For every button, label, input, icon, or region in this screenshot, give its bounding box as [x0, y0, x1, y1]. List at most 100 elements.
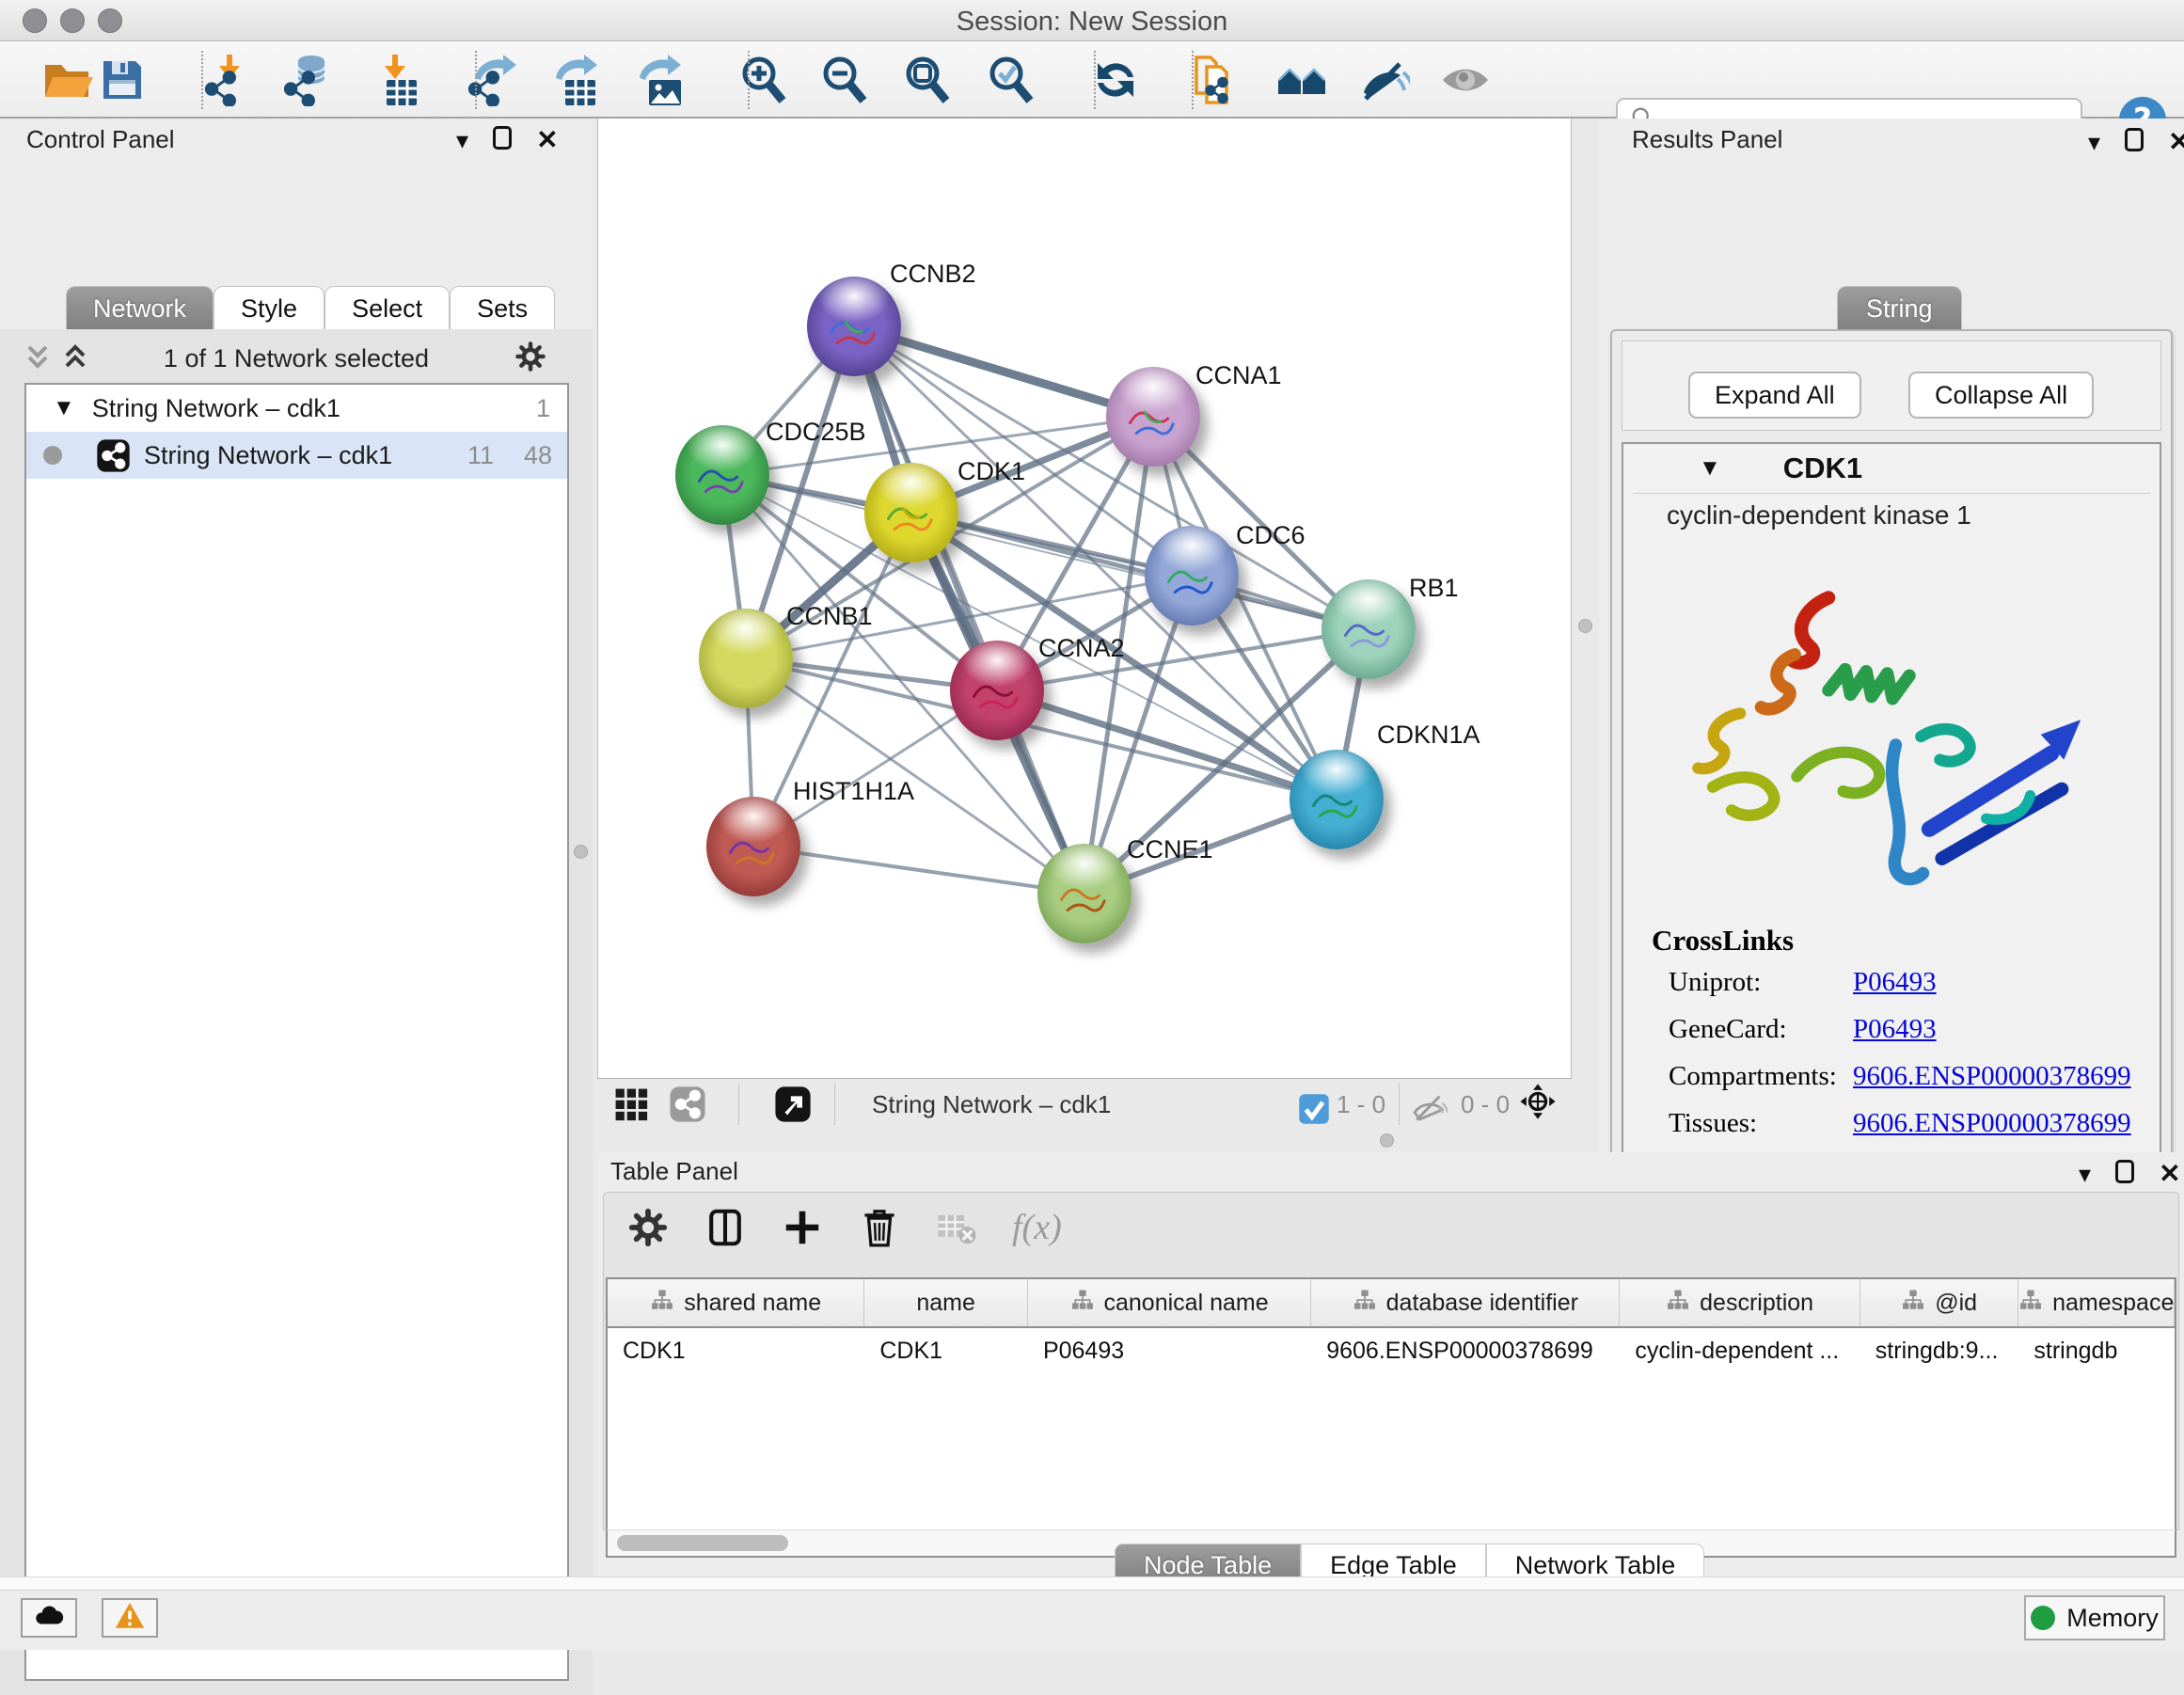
node-CCNB1[interactable] — [699, 609, 793, 708]
protein-card-header[interactable]: ▼ CDK1 — [1623, 444, 2160, 493]
add-column-button[interactable] — [781, 1206, 824, 1249]
node-CCNA2[interactable] — [950, 641, 1044, 740]
node-CDC6[interactable] — [1145, 526, 1239, 626]
column-header-name[interactable]: name — [864, 1279, 1028, 1326]
node-CDK1[interactable] — [864, 463, 958, 562]
column-label: name — [916, 1290, 975, 1317]
node-RB1[interactable] — [1321, 579, 1416, 679]
import-network-file-button[interactable] — [202, 54, 255, 106]
function-builder-button[interactable]: f(x) — [1012, 1207, 1062, 1248]
network-canvas[interactable]: CCNB2CCNA1CDC25BCDK1CDC6RB1CCNB1CCNA2CDK… — [597, 119, 1572, 1078]
delete-column-button[interactable] — [858, 1206, 901, 1249]
zoom-selected-button[interactable] — [985, 54, 1037, 106]
first-neighbors-button[interactable] — [1191, 54, 1243, 106]
tab-style[interactable]: Style — [214, 286, 324, 330]
node-label-RB1: RB1 — [1409, 574, 1459, 603]
network-tab-content: 1 of 1 Network selected ▼ String Network… — [0, 329, 593, 1695]
import-network-database-button[interactable] — [281, 54, 334, 106]
table-cell[interactable]: CDK1 — [864, 1328, 1028, 1373]
tab-string[interactable]: String — [1837, 286, 1962, 330]
tab-select[interactable]: Select — [324, 286, 450, 330]
hide-selected-button[interactable] — [1357, 54, 1410, 106]
scrollbar-thumb[interactable] — [617, 1535, 788, 1551]
memory-button[interactable]: Memory — [2024, 1595, 2165, 1640]
node-CDC25B[interactable] — [675, 425, 769, 525]
float-panel-icon[interactable] — [493, 126, 512, 154]
export-network-button[interactable] — [466, 54, 518, 106]
selected-checkbox-icon[interactable] — [1295, 1090, 1333, 1128]
crosslink-link[interactable]: P06493 — [1853, 967, 1937, 998]
zoom-out-button[interactable] — [818, 54, 871, 106]
crosslink-link[interactable]: 9606.ENSP00000378699 — [1853, 1108, 2131, 1139]
close-panel-icon[interactable]: ✕ — [2159, 1161, 2180, 1187]
results-panel-controls: ▾ ✕ — [2088, 128, 2184, 156]
vertical-splitter-handle[interactable] — [574, 845, 588, 859]
tab-sets[interactable]: Sets — [450, 286, 555, 330]
zoom-fit-button[interactable] — [901, 54, 954, 106]
warning-button[interactable] — [102, 1598, 158, 1638]
column-header-namespace[interactable]: namespace — [2018, 1279, 2175, 1326]
table-cell[interactable]: stringdb:9... — [1860, 1328, 2019, 1373]
close-panel-icon[interactable]: ✕ — [2168, 129, 2184, 155]
birdseye-icon[interactable] — [1519, 1083, 1557, 1120]
table-settings-gear-button[interactable] — [626, 1206, 670, 1249]
network-selected-summary: 1 of 1 Network selected — [0, 344, 593, 373]
refresh-layout-button[interactable] — [1089, 54, 1142, 106]
collapse-panel-icon[interactable]: ▾ — [2088, 130, 2100, 154]
open-in-window-icon[interactable] — [774, 1085, 812, 1123]
column-header-sharedname[interactable]: shared name — [608, 1279, 864, 1326]
table-cell[interactable]: stringdb — [2018, 1328, 2175, 1373]
toggle-columns-button[interactable] — [704, 1206, 747, 1249]
node-HIST1H1A[interactable] — [706, 797, 800, 896]
collapse-panel-icon[interactable]: ▾ — [2079, 1162, 2091, 1186]
column-header-id[interactable]: @id — [1860, 1279, 2019, 1326]
table-cell[interactable]: cyclin-dependent ... — [1620, 1328, 1860, 1373]
network-collection-row[interactable]: ▼ String Network – cdk1 1 — [26, 385, 567, 432]
close-panel-icon[interactable]: ✕ — [536, 127, 558, 153]
collapse-panel-icon[interactable]: ▾ — [456, 128, 468, 152]
cloud-button[interactable] — [21, 1598, 77, 1638]
tree-expanded-icon[interactable]: ▼ — [53, 395, 75, 421]
tree-expanded-icon[interactable]: ▼ — [1699, 455, 1721, 482]
import-table-button[interactable] — [368, 54, 420, 106]
collapse-all-button[interactable]: Collapse All — [1908, 372, 2094, 419]
float-panel-icon[interactable] — [2125, 128, 2144, 156]
open-session-button[interactable] — [40, 54, 93, 106]
toolbar-separator — [201, 51, 203, 109]
crosslink-label: GeneCard: — [1652, 1014, 1853, 1045]
zoom-in-button[interactable] — [737, 54, 790, 106]
network-options-gear-icon[interactable] — [514, 340, 547, 378]
column-header-databaseidentifier[interactable]: database identifier — [1311, 1279, 1620, 1326]
crosslink-row: GeneCard:P06493 — [1652, 1014, 2141, 1045]
string-home-button[interactable] — [1275, 54, 1328, 106]
table-cell[interactable]: 9606.ENSP00000378699 — [1311, 1328, 1620, 1373]
column-header-description[interactable]: description — [1620, 1279, 1860, 1326]
delete-table-button[interactable] — [935, 1206, 978, 1249]
protein-structure-image — [1666, 566, 2117, 928]
control-panel: Control Panel ▾ ✕ NetworkStyleSelectSets… — [0, 119, 593, 1576]
export-image-button[interactable] — [630, 54, 683, 106]
vertical-splitter-handle[interactable] — [1578, 619, 1592, 633]
node-CCNA1[interactable] — [1106, 367, 1200, 467]
node-CCNE1[interactable] — [1037, 844, 1132, 943]
share-view-icon[interactable] — [669, 1085, 706, 1123]
table-row[interactable]: CDK1CDK1P064939606.ENSP00000378699cyclin… — [608, 1328, 2175, 1373]
crosslink-link[interactable]: 9606.ENSP00000378699 — [1853, 1061, 2131, 1092]
horizontal-splitter-handle[interactable] — [1380, 1133, 1394, 1148]
float-panel-icon[interactable] — [2115, 1160, 2134, 1188]
save-session-button[interactable] — [96, 54, 149, 106]
control-panel-controls: ▾ ✕ — [456, 126, 559, 154]
network-row[interactable]: String Network – cdk1 11 48 — [26, 432, 567, 479]
table-cell[interactable]: CDK1 — [608, 1328, 864, 1373]
node-CDKN1A[interactable] — [1290, 750, 1384, 849]
show-all-button[interactable] — [1439, 54, 1492, 106]
table-cell[interactable]: P06493 — [1028, 1328, 1311, 1373]
node-CCNB2[interactable] — [807, 277, 901, 376]
hidden-counts: 0 - 0 — [1461, 1090, 1510, 1119]
expand-all-button[interactable]: Expand All — [1688, 372, 1861, 419]
crosslink-link[interactable]: P06493 — [1853, 1014, 1937, 1045]
export-table-button[interactable] — [546, 54, 599, 106]
column-header-canonicalname[interactable]: canonical name — [1028, 1279, 1311, 1326]
grid-view-icon[interactable] — [612, 1085, 650, 1123]
tab-network[interactable]: Network — [66, 286, 214, 330]
